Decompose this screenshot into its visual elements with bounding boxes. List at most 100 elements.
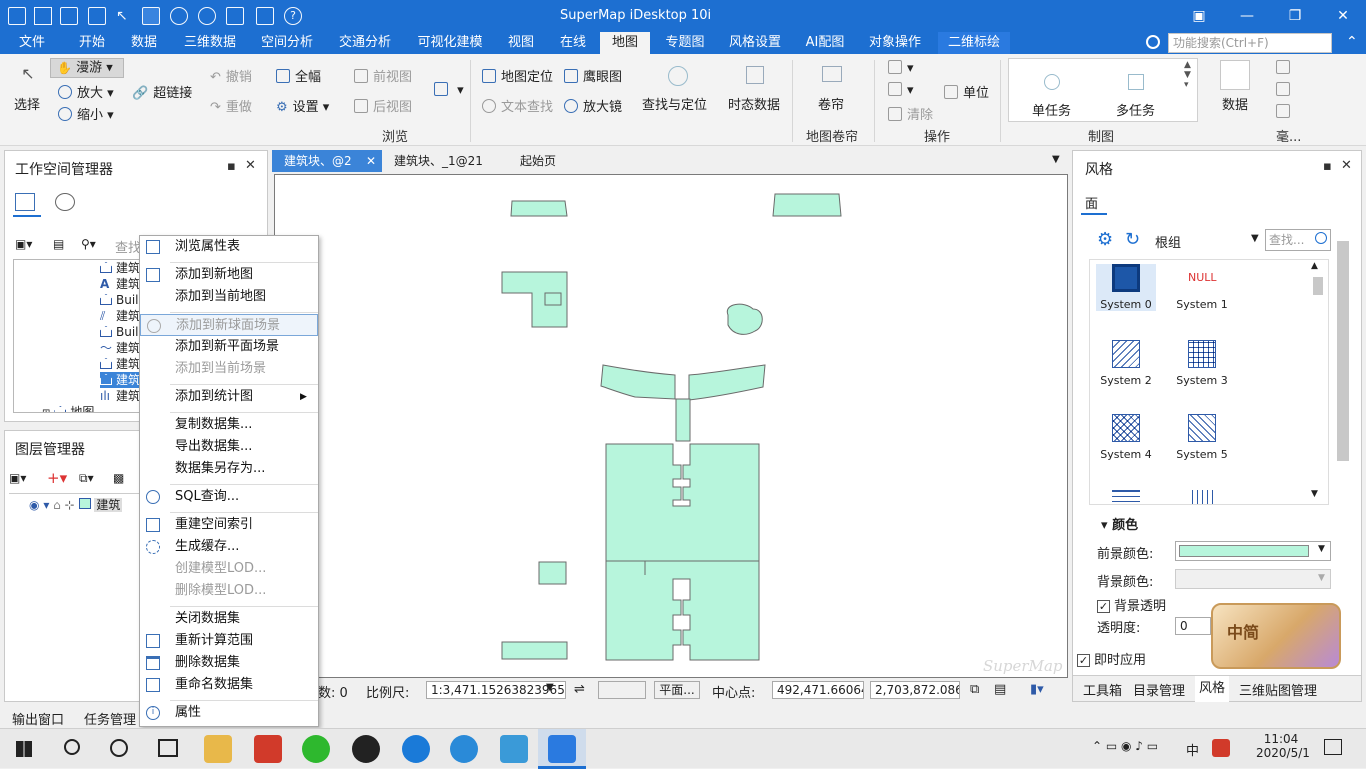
menu-item-copy-dataset[interactable]: 复制数据集...: [140, 414, 318, 436]
transparency-input[interactable]: 0: [1175, 617, 1211, 635]
tab-thematic[interactable]: 专题图: [656, 32, 714, 54]
unit-button[interactable]: 单位: [944, 82, 989, 101]
bookmark-button[interactable]: ▾: [434, 82, 464, 98]
selectable-icon[interactable]: ▾: [43, 498, 49, 512]
search-icon[interactable]: [1315, 232, 1327, 244]
curtain-button[interactable]: 卷帘: [818, 94, 844, 113]
pin-icon[interactable]: ▪: [1323, 159, 1332, 174]
eagle-eye-button[interactable]: 鹰眼图: [564, 66, 622, 85]
menu-item-delete-dataset[interactable]: 删除数据集: [140, 652, 318, 674]
undo-button[interactable]: ↶ 撤销: [210, 66, 252, 85]
menu-item-delete-lod[interactable]: 删除模型LOD...: [140, 580, 318, 602]
add-icon[interactable]: +▾: [47, 469, 67, 487]
windows-start-icon[interactable]: [16, 741, 32, 757]
tree-item[interactable]: ⫽ 建筑: [100, 308, 140, 324]
tab-2d-plotting[interactable]: 二维标绘: [938, 32, 1010, 54]
scroll-down-arrow[interactable]: ▼: [1311, 489, 1318, 499]
database-icon[interactable]: [55, 193, 75, 211]
more-button-3[interactable]: [1276, 104, 1295, 120]
close-icon[interactable]: ✕: [245, 158, 256, 173]
multi-task-button[interactable]: 多任务: [1116, 100, 1155, 119]
center-y-field[interactable]: 2,703,872.086...: [870, 681, 960, 699]
chevron-up-icon[interactable]: ⌃: [1346, 34, 1358, 50]
panel-scrollbar[interactable]: [1337, 241, 1349, 461]
bookmark-icon[interactable]: ▮▾: [1030, 682, 1044, 697]
zoom-in-button[interactable]: 放大 ▾: [58, 82, 114, 101]
menu-item-add-current-map[interactable]: 添加到当前地图: [140, 286, 318, 308]
menu-item-browse-attributes[interactable]: 浏览属性表: [140, 236, 318, 258]
tree-item[interactable]: 建筑: [100, 260, 140, 276]
gallery-scroll[interactable]: ▲ ▼ ▾: [1184, 60, 1191, 90]
symbol-system-5[interactable]: System 5: [1172, 414, 1232, 461]
symbol-system-4[interactable]: System 4: [1096, 414, 1156, 461]
sogou-input-icon[interactable]: [1212, 739, 1230, 757]
copy-coords-icon[interactable]: ⧉: [970, 682, 979, 697]
tree-item-maps[interactable]: ⊞地图: [42, 404, 94, 412]
menu-item-add-plane-scene[interactable]: 添加到新平面场景: [140, 336, 318, 358]
tab-visual-modeling[interactable]: 可视化建模: [408, 32, 492, 54]
settings-button[interactable]: ⚙ 设置 ▾: [276, 96, 329, 115]
snap-icon[interactable]: ⊹: [65, 498, 75, 512]
magnifier-button[interactable]: 放大镜: [564, 96, 622, 115]
refresh-icon[interactable]: ↻: [1125, 229, 1140, 250]
cortana-icon[interactable]: [110, 739, 128, 757]
tab-style-settings[interactable]: 风格设置: [722, 32, 788, 54]
gear-icon[interactable]: ⚙: [1097, 229, 1113, 250]
edge-icon[interactable]: [402, 735, 430, 763]
menu-item-add-globe-scene[interactable]: 添加到新球面场景: [140, 314, 318, 336]
zoom-in-icon[interactable]: [170, 7, 188, 25]
apply-now-checkbox[interactable]: ✓ 即时应用: [1077, 649, 1146, 668]
map-locate-button[interactable]: 地图定位: [482, 66, 553, 85]
tab-style[interactable]: 风格: [1195, 676, 1230, 702]
symbol-system-1[interactable]: NULL System 1: [1172, 264, 1232, 311]
style-brush-button[interactable]: ▾: [888, 82, 914, 98]
single-task-button[interactable]: 单任务: [1032, 100, 1071, 119]
menu-item-close-dataset[interactable]: 关闭数据集: [140, 608, 318, 630]
ime-indicator[interactable]: 中: [1186, 740, 1199, 759]
save-icon[interactable]: [34, 7, 52, 25]
menu-item-recalculate-bounds[interactable]: 重新计算范围: [140, 630, 318, 652]
tab-output[interactable]: 输出窗口: [12, 709, 64, 728]
tab-list-dropdown[interactable]: ▼: [1052, 154, 1060, 165]
tab-map[interactable]: 地图: [600, 32, 650, 54]
tab-start[interactable]: 开始: [64, 32, 120, 54]
photos-icon[interactable]: [500, 735, 528, 763]
swap-icon[interactable]: ⇌: [574, 682, 585, 697]
tab-catalog[interactable]: 目录管理: [1133, 680, 1185, 699]
more-button-2[interactable]: [1276, 82, 1295, 98]
symbol-system-0[interactable]: System 0: [1096, 264, 1156, 311]
menu-item-rename-dataset[interactable]: 重命名数据集: [140, 674, 318, 696]
scrollbar-thumb[interactable]: [1313, 277, 1323, 295]
tree-item[interactable]: 建筑: [100, 356, 140, 372]
maximize-button[interactable]: ❐: [1284, 6, 1306, 26]
scroll-up-arrow[interactable]: ▲: [1311, 261, 1318, 271]
chevron-down-icon[interactable]: ▼: [1251, 233, 1259, 244]
map-canvas[interactable]: SuperMap: [274, 174, 1068, 678]
tree-item[interactable]: ılı 建筑: [100, 388, 140, 404]
coord-field[interactable]: [598, 681, 646, 699]
search-input[interactable]: 功能搜索(Ctrl+F): [1168, 33, 1332, 53]
help-icon[interactable]: ?: [284, 7, 302, 25]
ime-badge[interactable]: 中简: [1211, 603, 1341, 669]
map-tab[interactable]: 建筑块、_1@21: [382, 150, 506, 172]
menu-item-create-lod[interactable]: 创建模型LOD...: [140, 558, 318, 580]
prev-view-button[interactable]: 前视图: [354, 66, 412, 85]
tree-toolbar-copy[interactable]: ▤: [53, 237, 64, 251]
tree-item-selected[interactable]: 建筑: [100, 372, 145, 388]
color-section-header[interactable]: ▾ 颜色: [1101, 514, 1138, 533]
close-button[interactable]: ✕: [1332, 6, 1354, 26]
symbol-system-2[interactable]: System 2: [1096, 340, 1156, 387]
pointer-icon[interactable]: ↖: [116, 8, 134, 26]
qq-icon[interactable]: [352, 735, 380, 763]
center-x-field[interactable]: 492,471.660644: [772, 681, 864, 699]
zoom-out-button[interactable]: 缩小 ▾: [58, 104, 114, 123]
tab-task-manager[interactable]: 任务管理: [84, 709, 136, 728]
next-view-button[interactable]: 后视图: [354, 96, 412, 115]
scale-field[interactable]: 1:3,471.15263823965: [426, 681, 566, 699]
search-icon[interactable]: [64, 739, 80, 755]
mode-button[interactable]: 平面...: [654, 681, 700, 699]
wechat-icon[interactable]: [302, 735, 330, 763]
tab-spatial-analysis[interactable]: 空间分析: [252, 32, 322, 54]
measure-button[interactable]: ▾: [888, 60, 914, 76]
layer-toolbar-group[interactable]: ⧉▾: [79, 471, 94, 486]
